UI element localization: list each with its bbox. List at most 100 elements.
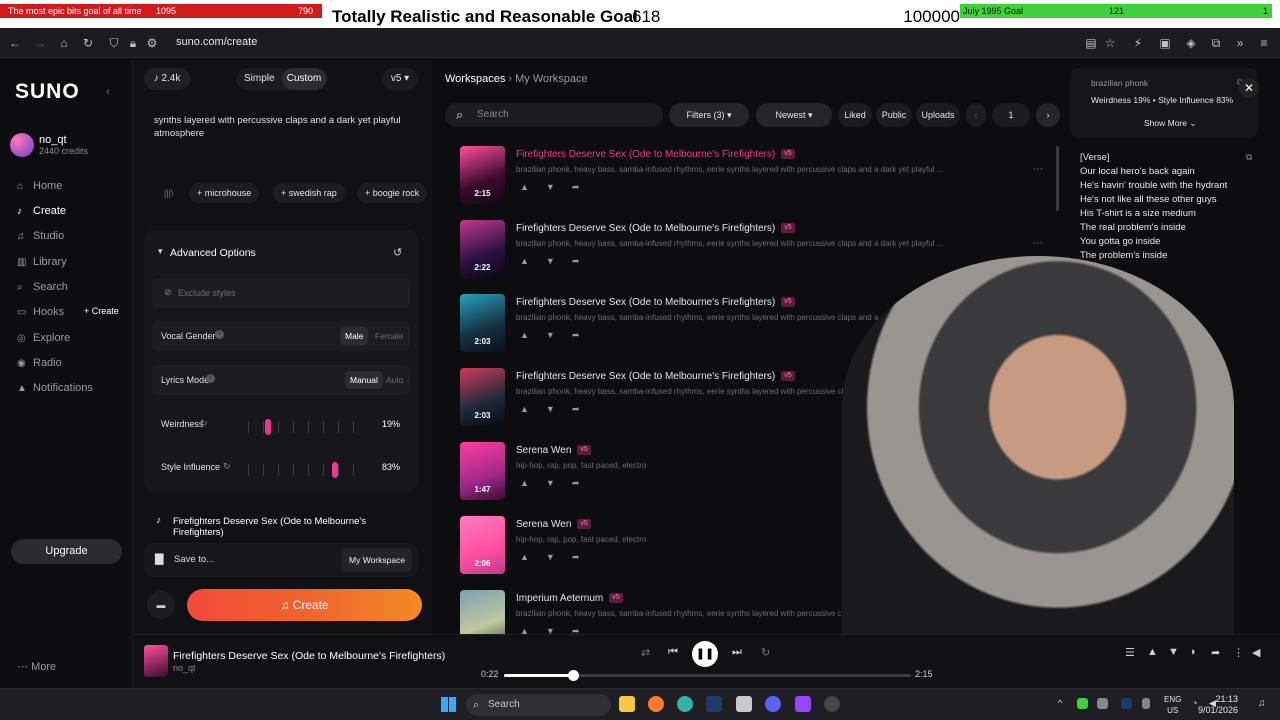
firefox-icon[interactable] — [648, 696, 664, 712]
discord-icon[interactable] — [765, 696, 781, 712]
advanced-options-label[interactable]: Advanced Options — [170, 247, 256, 259]
now-playing-artist[interactable]: no_qt — [173, 663, 196, 673]
queue-icon[interactable]: ☰ — [1125, 646, 1135, 659]
share-icon[interactable]: ➦ — [572, 552, 580, 563]
track-title[interactable]: Imperium Aeternum v5 — [516, 593, 623, 604]
sidebar-item-notifications[interactable]: ▲ Notifications — [17, 381, 93, 395]
track-cover[interactable]: 2:22 — [460, 220, 505, 278]
uploads-filter[interactable]: Uploads — [916, 103, 960, 127]
mode-simple-tab[interactable]: Simple — [244, 73, 275, 84]
sidebar-item-home[interactable]: ⌂ Home — [17, 179, 62, 193]
more-button[interactable]: ⋯ More — [17, 660, 56, 673]
extension-shield-icon[interactable]: ◈ — [1184, 36, 1198, 50]
more-options-icon[interactable]: ⋯ — [1033, 238, 1043, 249]
thumbs-down-icon[interactable]: ▼ — [546, 552, 555, 563]
thumbs-down-icon[interactable]: ▼ — [546, 256, 555, 267]
sidebar-item-create[interactable]: ♪ Create — [17, 204, 66, 218]
permissions-icon[interactable]: ⚙ — [145, 36, 159, 50]
sidebar-item-radio[interactable]: ◉ Radio — [17, 356, 62, 370]
share-icon[interactable]: ➦ — [572, 404, 580, 415]
sort-button[interactable]: Newest ▾ — [756, 103, 832, 127]
username[interactable]: no_qt — [39, 134, 67, 146]
thumbs-up-icon[interactable]: ▲ — [520, 330, 529, 341]
next-page-button[interactable]: › — [1036, 103, 1060, 127]
forward-icon[interactable]: → — [33, 36, 47, 50]
vocal-female-option[interactable]: Female — [375, 327, 403, 345]
tray-app-icon[interactable] — [1077, 698, 1088, 709]
thumbs-up-icon[interactable]: ▲ — [520, 404, 529, 415]
shield-icon[interactable]: ⛉ — [107, 36, 121, 50]
repeat-icon[interactable]: ↻ — [761, 646, 770, 659]
lyrics-manual-option[interactable]: Manual — [345, 371, 383, 389]
lock-icon[interactable]: 🔒︎ — [126, 36, 140, 50]
hooks-create-button[interactable]: + Create — [84, 306, 119, 316]
pause-button[interactable]: ❚❚ — [692, 641, 718, 667]
thumbs-up-icon[interactable]: ▲ — [520, 478, 529, 489]
weirdness-slider[interactable] — [248, 419, 358, 435]
tag-chip[interactable]: + swedish rap — [273, 183, 345, 203]
version-select[interactable]: v5 ▾ — [382, 68, 418, 90]
avatar[interactable] — [10, 133, 34, 157]
more-options-icon[interactable]: ⋮ — [1233, 646, 1244, 659]
sidebar-item-hooks[interactable]: ▭ Hooks — [17, 305, 64, 319]
vocal-male-option[interactable]: Male — [340, 327, 369, 345]
wifi-icon[interactable]: ◔ — [1192, 698, 1197, 708]
taskbar-search[interactable]: ⌕ Search — [466, 694, 611, 716]
reader-icon[interactable]: ▤ — [1084, 36, 1098, 50]
credits-count-button[interactable]: ♪ 2.4k — [144, 68, 190, 90]
thumbs-up-icon[interactable]: ▲ — [520, 182, 529, 193]
info-icon[interactable]: i — [215, 330, 224, 339]
thumbs-down-icon[interactable]: ▼ — [546, 478, 555, 489]
bookmark-star-icon[interactable]: ☆ — [1103, 36, 1117, 50]
notification-bell-icon[interactable]: ♫ — [1258, 698, 1266, 709]
progress-bar[interactable] — [504, 670, 911, 681]
comment-icon[interactable]: ◗ — [1190, 646, 1197, 658]
file-explorer-icon[interactable] — [619, 696, 635, 712]
now-playing-cover[interactable] — [144, 645, 168, 677]
tray-chevron-icon[interactable]: ^ — [1058, 698, 1062, 708]
more-options-icon[interactable]: ⋯ — [1033, 164, 1043, 175]
volume-icon[interactable]: ◀ — [1252, 646, 1260, 659]
suno-logo[interactable]: SUNO — [15, 80, 80, 104]
reset-icon[interactable]: ↻ — [200, 418, 208, 429]
track-title[interactable]: Firefighters Deserve Sex (Ode to Melbour… — [516, 149, 795, 160]
search-input[interactable]: ⌕ Search — [445, 103, 663, 127]
overflow-chevron-icon[interactable]: » — [1233, 36, 1247, 50]
tag-library-icon[interactable]: |||\ — [164, 188, 174, 198]
create-button[interactable]: ♫ Create — [187, 589, 422, 621]
obs-icon[interactable] — [824, 696, 840, 712]
share-icon[interactable]: ➦ — [572, 256, 580, 267]
snipping-tool-icon[interactable] — [736, 696, 752, 712]
slider-knob[interactable] — [332, 462, 339, 478]
style-description[interactable]: synths layered with percussive claps and… — [154, 114, 404, 140]
track-cover[interactable]: 2:06 — [460, 516, 505, 574]
mode-custom-tab[interactable]: Custom — [282, 68, 326, 90]
now-playing-title[interactable]: Firefighters Deserve Sex (Ode to Melbour… — [173, 650, 445, 662]
extensions-icon[interactable]: ⧉ — [1209, 36, 1223, 50]
edge-icon[interactable] — [677, 696, 693, 712]
shuffle-icon[interactable]: ⇄ — [641, 646, 650, 659]
slider-knob[interactable] — [264, 419, 271, 435]
thumbs-down-icon[interactable]: ▼ — [546, 330, 555, 341]
scrollbar[interactable] — [1056, 146, 1059, 211]
upgrade-button[interactable]: Upgrade — [11, 539, 122, 564]
sidebar-item-explore[interactable]: ◎ Explore — [17, 331, 70, 345]
page-number[interactable]: 1 — [992, 103, 1030, 127]
public-filter[interactable]: Public — [876, 103, 912, 127]
prev-page-button[interactable]: ‹ — [966, 103, 986, 127]
song-title-field[interactable]: ♪ Firefighters Deserve Sex (Ode to Melbo… — [144, 505, 418, 539]
language-indicator[interactable]: ENG US — [1164, 694, 1181, 716]
filters-button[interactable]: Filters (3) ▾ — [669, 103, 749, 127]
sidebar-item-studio[interactable]: ♫ Studio — [17, 229, 64, 243]
close-icon[interactable]: ✕ — [1239, 78, 1259, 98]
chevron-down-icon[interactable]: ▾ — [158, 246, 163, 257]
clear-button[interactable]: ▬ — [147, 591, 175, 619]
breadcrumb-workspaces[interactable]: Workspaces — [445, 73, 505, 85]
exclude-styles-field[interactable]: ⊘ Exclude styles — [152, 278, 410, 308]
tray-steam-icon[interactable] — [1121, 698, 1132, 709]
tray-app-icon[interactable] — [1097, 698, 1108, 709]
track-title[interactable]: Firefighters Deserve Sex (Ode to Melbour… — [516, 297, 795, 308]
liked-filter[interactable]: Liked — [838, 103, 872, 127]
track-cover[interactable]: 2:03 — [460, 368, 505, 426]
share-icon[interactable]: ➦ — [572, 182, 580, 193]
